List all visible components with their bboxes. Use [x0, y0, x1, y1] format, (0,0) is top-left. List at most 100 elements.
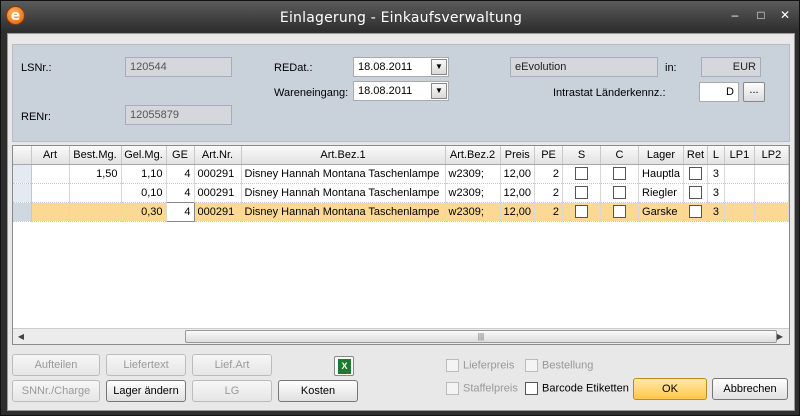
cell-ge[interactable]: 4	[166, 183, 195, 203]
close-button[interactable]: ✕	[773, 7, 797, 25]
cell-ret[interactable]	[683, 183, 708, 203]
cell-art-bez1[interactable]: Disney Hannah Montana Taschenlampe	[241, 164, 446, 184]
maximize-button[interactable]: □	[749, 7, 773, 25]
col-header-best-mg[interactable]: Best.Mg.	[69, 146, 122, 165]
col-header-s[interactable]: S	[562, 146, 602, 165]
barcode-etiketten-checkbox[interactable]: Barcode Etiketten	[525, 382, 629, 395]
lager-aendern-button[interactable]: Lager ändern	[106, 380, 186, 402]
checkbox-box[interactable]	[525, 382, 538, 395]
ret-checkbox[interactable]	[688, 205, 702, 218]
cell-ret[interactable]	[683, 164, 708, 184]
minimize-button[interactable]: –	[723, 7, 747, 25]
cell-lager[interactable]: Hauptla	[638, 164, 684, 184]
cell-pe[interactable]: 2	[534, 202, 564, 222]
scroll-left-icon[interactable]: ◀	[14, 330, 28, 344]
col-header-art-bez1[interactable]: Art.Bez.1	[241, 146, 446, 165]
row-selector[interactable]	[13, 183, 32, 203]
redat-field[interactable]: 18.08.2011 ▼	[353, 57, 449, 77]
aufteilen-button[interactable]: Aufteilen	[12, 354, 100, 376]
cell-art-bez2[interactable]: w2309;	[445, 202, 501, 222]
liefertext-button[interactable]: Liefertext	[106, 354, 186, 376]
company-field[interactable]: eEvolution	[510, 57, 658, 77]
cell-art-bez2[interactable]: w2309;	[445, 164, 501, 184]
cell-lp1[interactable]	[724, 183, 755, 203]
s-checkbox[interactable]	[575, 167, 589, 180]
c-checkbox[interactable]	[613, 205, 627, 218]
cell-preis[interactable]: 12,00	[500, 202, 536, 222]
intrastat-field[interactable]: D	[699, 82, 739, 102]
checkbox-box[interactable]	[446, 359, 459, 372]
cell-art[interactable]	[31, 183, 70, 203]
scroll-right-icon[interactable]: ▶	[773, 330, 787, 344]
cell-ge[interactable]: 4	[166, 164, 195, 184]
col-header-gel-mg[interactable]: Gel.Mg.	[121, 146, 167, 165]
c-checkbox[interactable]	[613, 167, 627, 180]
table-row[interactable]: 0,10 4 000291 Disney Hannah Montana Tasc…	[13, 183, 789, 203]
cell-gel-mg[interactable]: 1,10	[121, 164, 167, 184]
cell-art-bez1[interactable]: Disney Hannah Montana Taschenlampe	[241, 183, 446, 203]
ret-checkbox[interactable]	[688, 167, 702, 180]
cell-s[interactable]	[562, 183, 602, 203]
cell-ret[interactable]	[683, 202, 708, 222]
cell-ge-editing[interactable]: 4	[165, 201, 195, 222]
cell-s[interactable]	[562, 202, 602, 222]
cell-c[interactable]	[600, 202, 640, 222]
row-selector[interactable]	[13, 202, 32, 222]
col-header-lp2[interactable]: LP2	[754, 146, 789, 165]
col-header-art[interactable]: Art	[31, 146, 70, 165]
cell-best-mg[interactable]	[69, 183, 122, 203]
kosten-button[interactable]: Kosten	[278, 380, 358, 402]
col-header-ret[interactable]: Ret	[683, 146, 708, 165]
cell-lager[interactable]: Riegler	[638, 183, 684, 203]
checkbox-box[interactable]	[525, 359, 538, 372]
cell-lp1[interactable]	[724, 164, 755, 184]
cell-c[interactable]	[600, 164, 640, 184]
cell-preis[interactable]: 12,00	[500, 183, 536, 203]
currency-field[interactable]: EUR	[701, 57, 761, 77]
cell-best-mg[interactable]	[69, 202, 122, 222]
cell-s[interactable]	[562, 164, 602, 184]
cell-lp1[interactable]	[724, 202, 755, 222]
s-checkbox[interactable]	[575, 205, 589, 218]
cell-art-nr[interactable]: 000291	[194, 183, 242, 203]
cell-l[interactable]: 3	[707, 164, 725, 184]
cell-lager[interactable]: Garske	[638, 202, 684, 222]
bestellung-checkbox[interactable]: Bestellung	[525, 359, 593, 372]
cell-l[interactable]: 3	[707, 202, 725, 222]
scrollbar-thumb[interactable]: |||	[185, 330, 777, 343]
title-bar[interactable]: e Einlagerung - Einkaufsverwaltung – □ ✕	[1, 1, 800, 34]
lieferpreis-checkbox[interactable]: Lieferpreis	[446, 359, 514, 372]
cell-lp2[interactable]	[754, 202, 789, 222]
cell-art-bez2[interactable]: w2309;	[445, 183, 501, 203]
cell-l[interactable]: 3	[707, 183, 725, 203]
cell-lp2[interactable]	[754, 183, 789, 203]
col-header-lager[interactable]: Lager	[638, 146, 684, 165]
table-row[interactable]: 1,50 1,10 4 000291 Disney Hannah Montana…	[13, 164, 789, 184]
cell-gel-mg[interactable]: 0,30	[121, 202, 167, 222]
cell-art-nr[interactable]: 000291	[194, 202, 242, 222]
positions-grid[interactable]: Art Best.Mg. Gel.Mg. GE Art.Nr. Art.Bez.…	[12, 145, 790, 345]
col-header-ge[interactable]: GE	[166, 146, 195, 165]
cell-pe[interactable]: 2	[534, 164, 564, 184]
checkbox-box[interactable]	[446, 382, 459, 395]
col-header-c[interactable]: C	[600, 146, 640, 165]
chevron-down-icon[interactable]: ▼	[431, 59, 447, 75]
ret-checkbox[interactable]	[688, 186, 702, 199]
snnr-charge-button[interactable]: SNNr./Charge	[12, 380, 100, 402]
cell-preis[interactable]: 12,00	[500, 164, 536, 184]
cell-art[interactable]	[31, 164, 70, 184]
ok-button[interactable]: OK	[633, 378, 707, 400]
abbrechen-button[interactable]: Abbrechen	[712, 378, 788, 400]
cell-c[interactable]	[600, 183, 640, 203]
cell-gel-mg[interactable]: 0,10	[121, 183, 167, 203]
cell-art[interactable]	[31, 202, 70, 222]
col-header-l[interactable]: L	[707, 146, 725, 165]
col-header-lp1[interactable]: LP1	[724, 146, 755, 165]
c-checkbox[interactable]	[613, 186, 627, 199]
intrastat-browse-button[interactable]: ...	[743, 82, 765, 102]
cell-pe[interactable]: 2	[534, 183, 564, 203]
col-header-art-bez2[interactable]: Art.Bez.2	[445, 146, 501, 165]
lief-art-button[interactable]: Lief.Art	[192, 354, 272, 376]
table-row-selected[interactable]: 0,30 4 000291 Disney Hannah Montana Tasc…	[13, 201, 789, 222]
col-header-pe[interactable]: PE	[534, 146, 564, 165]
